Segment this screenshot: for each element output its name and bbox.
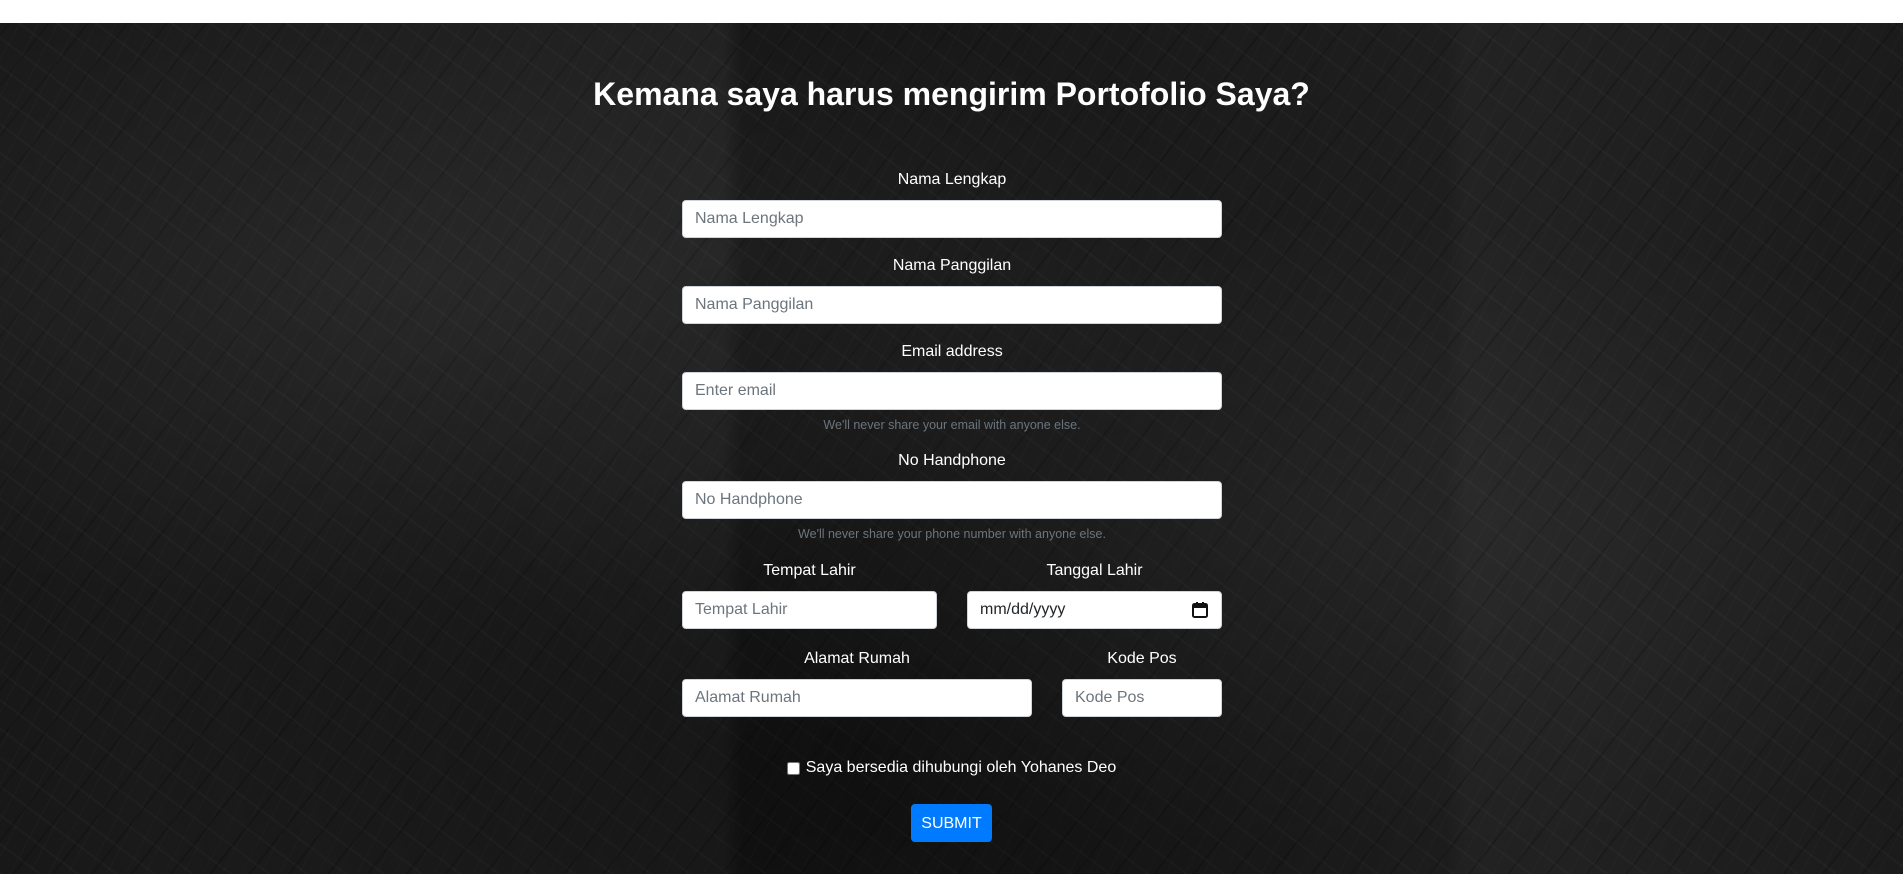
page-title: Kemana saya harus mengirim Portofolio Sa… — [593, 76, 1310, 112]
consent-checkbox[interactable] — [786, 761, 800, 775]
calendar-icon[interactable] — [1191, 601, 1209, 619]
kode-pos-label: Kode Pos — [1107, 650, 1177, 667]
nama-panggilan-label: Nama Panggilan — [892, 257, 1012, 274]
email-input[interactable] — [682, 372, 1222, 410]
date-placeholder-text: mm/dd/yyyy — [980, 601, 1066, 618]
consent-label: Saya bersedia dihubungi oleh Yohanes Deo — [805, 759, 1117, 776]
tanggal-lahir-label: Tanggal Lahir — [1046, 562, 1143, 579]
kode-pos-input[interactable] — [1062, 679, 1222, 717]
no-handphone-label: No Handphone — [898, 452, 1006, 469]
bottom-white-strip — [0, 874, 1903, 881]
no-handphone-input[interactable] — [682, 481, 1222, 519]
nama-lengkap-label: Nama Lengkap — [897, 171, 1007, 188]
email-label: Email address — [901, 343, 1003, 360]
tempat-lahir-label: Tempat Lahir — [763, 562, 856, 579]
email-help-text: We'll never share your email with anyone… — [823, 418, 1081, 432]
nama-panggilan-input[interactable] — [682, 286, 1222, 324]
top-white-strip — [0, 0, 1903, 23]
alamat-rumah-label: Alamat Rumah — [804, 650, 910, 667]
phone-help-text: We'll never share your phone number with… — [798, 527, 1106, 541]
tanggal-lahir-input[interactable]: mm/dd/yyyy — [967, 591, 1222, 629]
alamat-rumah-input[interactable] — [682, 679, 1032, 717]
contact-form-section — [0, 23, 1903, 874]
tempat-lahir-input[interactable] — [682, 591, 937, 629]
nama-lengkap-input[interactable] — [682, 200, 1222, 238]
submit-button[interactable]: SUBMIT — [911, 804, 992, 842]
consent-row: Saya bersedia dihubungi oleh Yohanes Deo — [0, 759, 1903, 777]
